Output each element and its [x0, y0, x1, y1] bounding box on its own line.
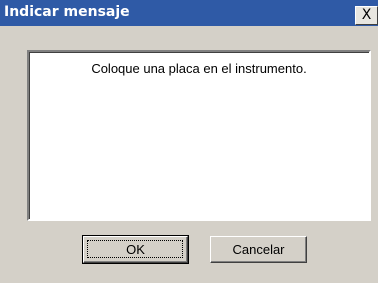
cancel-button[interactable]: Cancelar — [210, 236, 307, 263]
message-dialog: Indicar mensaje X Coloque una placa en e… — [0, 0, 378, 283]
message-text: Coloque una placa en el instrumento. — [91, 61, 307, 76]
close-button[interactable]: X — [355, 6, 378, 25]
window-title: Indicar mensaje — [4, 4, 130, 20]
focus-indicator — [87, 240, 183, 258]
ok-button[interactable]: OK — [82, 235, 189, 264]
title-bar[interactable]: Indicar mensaje X — [0, 0, 378, 26]
close-icon: X — [361, 7, 372, 23]
message-panel: Coloque una placa en el instrumento. — [27, 50, 371, 221]
cancel-button-label: Cancelar — [232, 242, 285, 257]
